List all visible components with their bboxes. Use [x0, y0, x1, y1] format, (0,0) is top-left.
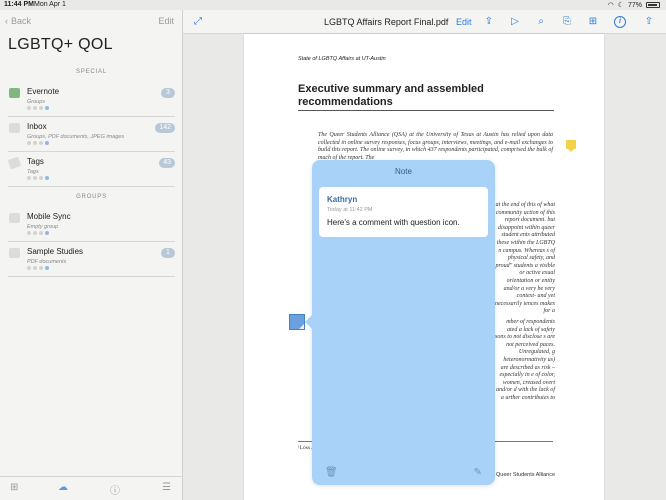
note-annotation-icon[interactable] [566, 140, 576, 152]
wifi-icon: ◠ [607, 2, 614, 9]
note-comment-card[interactable]: Kathryn Today at 11:42 PM Here's a comme… [319, 187, 488, 237]
cloud-sync-icon[interactable]: ☁ [58, 482, 68, 493]
battery-icon [646, 2, 660, 8]
document-title: LGBTQ Affairs Report Final.pdf [324, 17, 449, 27]
item-name: Mobile Sync [27, 212, 71, 221]
item-subtitle: Tags [27, 169, 39, 175]
share-out-icon[interactable]: ⇧ [643, 16, 655, 28]
item-name: Tags [27, 157, 44, 166]
group-icon [9, 248, 20, 258]
back-label: Back [11, 16, 32, 26]
item-count-badge: 142 [155, 123, 175, 133]
status-battery-text: 77% [627, 1, 642, 9]
play-icon[interactable]: ▷ [509, 16, 521, 28]
sidebar-item-tags[interactable]: Tags Tags 43 [0, 153, 183, 187]
item-subtitle: Groups, PDF documents, JPEG images [27, 134, 125, 140]
chevron-left-icon: ‹ [5, 16, 8, 26]
sidebar-item-inbox[interactable]: Inbox Groups, PDF documents, JPEG images… [0, 118, 183, 152]
section-header-special: SPECIAL [76, 69, 107, 75]
sidebar: ‹ Back Edit LGBTQ+ QOL SPECIAL Evernote … [0, 10, 183, 500]
add-icon[interactable]: ⊞ [10, 482, 18, 493]
item-count-badge: 3 [161, 88, 175, 98]
back-button[interactable]: ‹ Back [5, 16, 31, 26]
item-count-badge: 43 [159, 158, 175, 168]
item-status-dots [27, 266, 49, 270]
page-heading: Executive summary and assembled recommen… [298, 83, 554, 111]
moon-icon: ☾ [617, 2, 624, 9]
page-body-text-right: at the end of this of what community uct… [495, 202, 555, 315]
item-name: Inbox [27, 122, 47, 131]
sidebar-edit-button[interactable]: Edit [158, 16, 174, 26]
page-body-text: The Queer Students Alliance (QSA) at the… [318, 132, 553, 161]
item-count-badge: 1 [161, 248, 175, 258]
book-icon[interactable]: ⎘ [561, 16, 573, 28]
sidebar-item-mobile-sync[interactable]: Mobile Sync Empty group [0, 208, 183, 242]
search-icon[interactable]: ⌕ [535, 16, 547, 28]
sidebar-item-evernote[interactable]: Evernote Groups 3 [0, 83, 183, 117]
status-bar: 11:44 PM Mon Apr 1 ◠ ☾ 77% [0, 0, 666, 10]
status-time: 11:44 PM [4, 1, 34, 8]
pen-icon[interactable]: ✎ [474, 467, 482, 478]
info-icon[interactable]: i [614, 16, 626, 28]
item-status-dots [27, 231, 49, 235]
note-popover: Note Kathryn Today at 11:42 PM Here's a … [305, 160, 495, 485]
item-status-dots [27, 141, 49, 145]
grid-icon[interactable]: ⊞ [587, 16, 599, 28]
list-icon[interactable]: ☰ [162, 482, 171, 493]
sidebar-item-sample-studies[interactable]: Sample Studies PDF documents 1 [0, 243, 183, 277]
page-body-text-right-lower: mber of respondents ated a lack of safet… [495, 319, 555, 401]
item-subtitle: Empty group [27, 224, 59, 230]
status-right: ◠ ☾ 77% [608, 1, 660, 9]
item-name: Sample Studies [27, 247, 84, 256]
database-title: LGBTQ+ QOL [8, 36, 113, 53]
page-header: State of LGBTQ Affairs at UT-Austin [298, 56, 386, 62]
comment-text: Here's a comment with question icon. [327, 218, 460, 227]
expand-icon[interactable]: ⤢ [192, 16, 204, 28]
tag-icon [7, 156, 22, 170]
trash-icon[interactable]: 🗑 [325, 467, 338, 478]
note-anchor-icon[interactable] [289, 314, 305, 330]
comment-time: Today at 11:42 PM [327, 207, 373, 213]
note-popover-title: Note [395, 167, 412, 176]
item-status-dots [27, 176, 49, 180]
section-header-groups: GROUPS [76, 194, 107, 200]
group-icon [9, 213, 20, 223]
item-subtitle: Groups [27, 99, 46, 105]
item-name: Evernote [27, 87, 60, 96]
item-status-dots [27, 106, 49, 110]
share-icon[interactable]: ⇪ [483, 16, 495, 28]
comment-author: Kathryn [327, 195, 358, 204]
info-icon[interactable]: ⓘ [110, 482, 120, 497]
document-edit-button[interactable]: Edit [456, 17, 472, 27]
page-footer: Queer Students Alliance [496, 472, 556, 478]
document-toolbar: ⤢ LGBTQ Affairs Report Final.pdf Edit ⇪ … [183, 10, 666, 34]
group-icon [9, 88, 20, 98]
inbox-icon [9, 123, 20, 133]
sidebar-bottom-toolbar: ⊞ ☁ ⓘ ☰ [0, 476, 183, 500]
item-subtitle: PDF documents [27, 259, 67, 265]
status-date: Mon Apr 1 [34, 1, 66, 8]
